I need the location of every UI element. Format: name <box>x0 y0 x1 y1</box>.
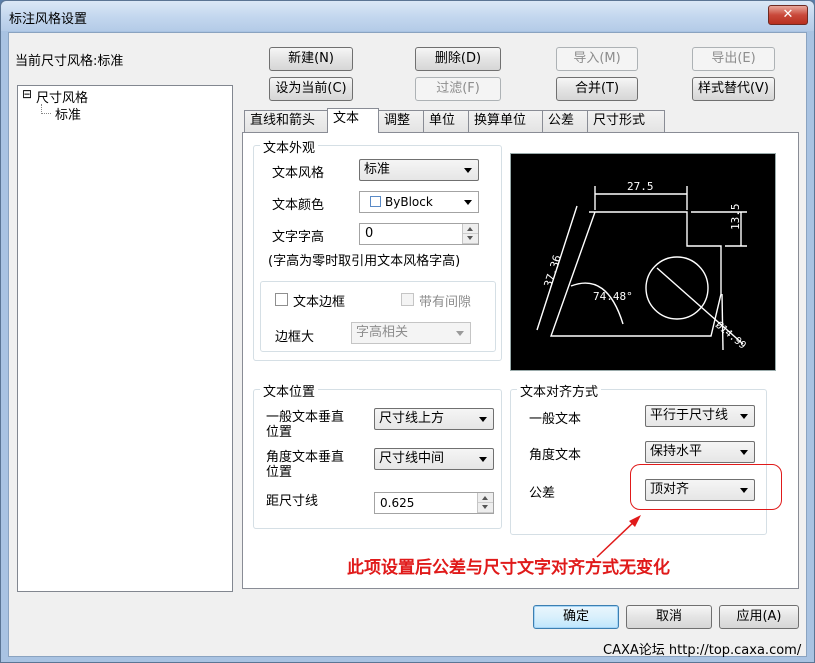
tab-lines-arrows[interactable]: 直线和箭头 <box>244 110 328 132</box>
offset-spinner[interactable] <box>477 493 493 513</box>
preview-panel: 27.5 13.5 37.36 74.48° Ø14.99 <box>510 153 776 371</box>
tab-tolerance[interactable]: 公差 <box>542 110 588 132</box>
general-vertical-select[interactable]: 尺寸线上方 <box>374 408 494 430</box>
delete-button[interactable]: 删除(D) <box>415 47 501 71</box>
offset-value: 0.625 <box>380 496 415 510</box>
general-align-select[interactable]: 平行于尺寸线 <box>645 405 755 427</box>
watermark-text: CAXA论坛 http://top.caxa.com/ <box>603 643 802 658</box>
general-vertical-value: 尺寸线上方 <box>379 411 445 426</box>
style-tree[interactable]: ⊟ 尺寸风格 标准 <box>17 85 233 592</box>
frame-size-select[interactable]: 字高相关 <box>351 322 471 344</box>
export-button[interactable]: 导出(E) <box>692 47 775 71</box>
title-bar[interactable]: 标注风格设置 ✕ <box>1 1 814 31</box>
text-style-value: 标准 <box>364 162 391 177</box>
style-override-button[interactable]: 样式替代(V) <box>692 77 775 101</box>
text-frame-checkbox[interactable] <box>275 293 288 306</box>
text-color-label: 文本颜色 <box>272 198 325 213</box>
chevron-down-icon <box>479 457 487 462</box>
preview-dim-diameter-label: Ø14.99 <box>713 319 748 351</box>
text-height-note: (字高为零时取引用文本风格字高) <box>268 254 461 269</box>
general-vertical-label-2: 位置 <box>266 425 293 440</box>
angle-vertical-label-2: 位置 <box>266 465 293 480</box>
cancel-button[interactable]: 取消 <box>626 605 712 629</box>
offset-label: 距尺寸线 <box>266 494 319 509</box>
text-color-select[interactable]: ByBlock <box>359 191 479 213</box>
text-appearance-group: 文本外观 文本风格 标准 文本颜色 ByBlock 文字字高 0 (字高为零时取… <box>253 137 502 361</box>
new-button[interactable]: 新建(N) <box>269 47 353 71</box>
arrow-line <box>596 518 638 558</box>
preview-dim-right-label: 13.5 <box>729 204 742 231</box>
dialog-client: 当前尺寸风格:标准 新建(N) 删除(D) 导入(M) 导出(E) 设为当前(C… <box>8 32 807 658</box>
window-title: 标注风格设置 <box>9 12 88 27</box>
tree-line <box>41 113 51 114</box>
text-height-value: 0 <box>365 226 374 241</box>
chevron-down-icon <box>740 414 748 419</box>
tab-control: 直线和箭头 文本 调整 单位 换算单位 公差 尺寸形式 文本外观 文本风格 标准… <box>242 108 799 590</box>
tab-text[interactable]: 文本 <box>327 108 379 133</box>
preview-dim-angle-label: 74.48° <box>593 290 633 303</box>
chevron-down-icon <box>456 331 464 336</box>
gap-label: 带有间隙 <box>419 295 472 310</box>
chevron-down-icon <box>464 200 472 205</box>
tab-units[interactable]: 单位 <box>423 110 469 132</box>
ok-button[interactable]: 确定 <box>533 605 619 629</box>
chevron-down-icon <box>740 450 748 455</box>
current-style-label: 当前尺寸风格:标准 <box>15 54 124 69</box>
close-icon: ✕ <box>782 7 794 22</box>
tree-item-standard[interactable]: 标准 <box>55 104 81 123</box>
text-alignment-title: 文本对齐方式 <box>517 381 602 400</box>
filter-button[interactable]: 过滤(F) <box>415 77 501 101</box>
angle-vertical-value: 尺寸线中间 <box>379 451 445 466</box>
gap-checkbox[interactable] <box>401 293 414 306</box>
tab-fit[interactable]: 调整 <box>378 110 424 132</box>
preview-dim-top-label: 27.5 <box>627 180 654 193</box>
dialog-window: 标注风格设置 ✕ 当前尺寸风格:标准 新建(N) 删除(D) 导入(M) 导出(… <box>0 0 815 663</box>
tab-dimension-form[interactable]: 尺寸形式 <box>587 110 665 132</box>
preview-dim-left-label: 37.36 <box>541 253 564 289</box>
highlight-ellipse <box>630 464 782 510</box>
general-align-label: 一般文本 <box>529 412 582 427</box>
chevron-down-icon <box>464 168 472 173</box>
frame-subgroup: 文本边框 带有间隙 边框大 字高相关 <box>260 281 496 352</box>
text-style-select[interactable]: 标准 <box>359 159 479 181</box>
set-current-button[interactable]: 设为当前(C) <box>269 77 353 101</box>
tab-alternate-units[interactable]: 换算单位 <box>468 110 543 132</box>
apply-button[interactable]: 应用(A) <box>719 605 799 629</box>
color-swatch-icon <box>370 196 381 207</box>
part-outline <box>550 211 722 337</box>
close-button[interactable]: ✕ <box>768 5 808 25</box>
angle-vertical-select[interactable]: 尺寸线中间 <box>374 448 494 470</box>
text-height-input[interactable]: 0 <box>359 223 479 245</box>
dimension-preview-drawing: 27.5 13.5 37.36 74.48° Ø14.99 <box>536 180 748 352</box>
text-height-label: 文字字高 <box>272 230 325 245</box>
text-tab-panel: 文本外观 文本风格 标准 文本颜色 ByBlock 文字字高 0 (字高为零时取… <box>242 132 799 589</box>
part-hole <box>645 256 709 320</box>
spin-down-icon[interactable] <box>463 234 478 244</box>
text-appearance-title: 文本外观 <box>260 137 319 156</box>
angle-align-label: 角度文本 <box>529 448 582 463</box>
frame-size-value: 字高相关 <box>356 325 409 340</box>
chevron-down-icon <box>479 417 487 422</box>
angle-align-value: 保持水平 <box>650 444 703 459</box>
text-style-label: 文本风格 <box>272 166 325 181</box>
spin-up-icon[interactable] <box>478 493 493 503</box>
tree-collapse-icon[interactable]: ⊟ <box>22 87 32 101</box>
frame-size-label: 边框大 <box>275 330 315 345</box>
tolerance-align-label: 公差 <box>529 486 556 501</box>
spin-down-icon[interactable] <box>478 503 493 513</box>
text-position-title: 文本位置 <box>260 381 319 400</box>
general-align-value: 平行于尺寸线 <box>650 408 729 423</box>
text-height-spinner[interactable] <box>462 224 478 244</box>
annotation-note: 此项设置后公差与尺寸文字对齐方式无变化 <box>347 558 670 578</box>
text-frame-label: 文本边框 <box>293 295 346 310</box>
text-position-group: 文本位置 一般文本垂直 位置 尺寸线上方 角度文本垂直 位置 尺寸线中间 距尺寸… <box>253 381 502 529</box>
text-color-value: ByBlock <box>385 195 433 209</box>
import-button[interactable]: 导入(M) <box>556 47 638 71</box>
merge-button[interactable]: 合并(T) <box>556 77 638 101</box>
offset-input[interactable]: 0.625 <box>374 492 494 514</box>
angle-align-select[interactable]: 保持水平 <box>645 441 755 463</box>
spin-up-icon[interactable] <box>463 224 478 234</box>
